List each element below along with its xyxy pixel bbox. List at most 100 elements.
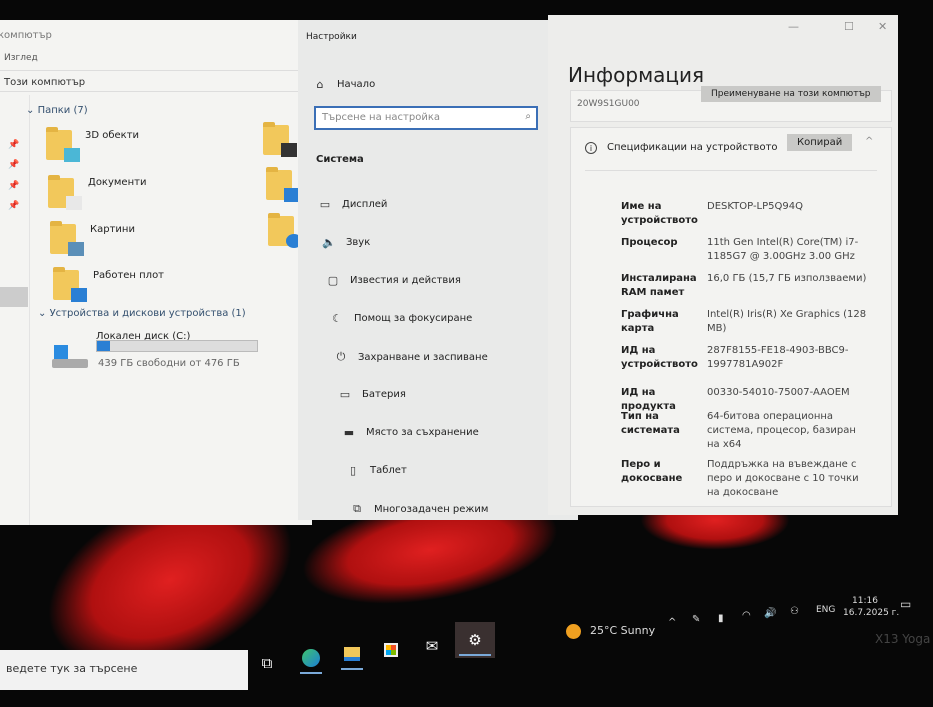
store-icon[interactable] bbox=[376, 632, 406, 668]
spec-row: ИД на устройството 287F8155-FE18-4903-BBC… bbox=[621, 344, 871, 372]
minimize-button[interactable]: — bbox=[788, 20, 799, 33]
settings-search-input[interactable]: Търсене на настройка ⌕ bbox=[314, 106, 538, 130]
spec-value: DESKTOP-LP5Q94Q bbox=[707, 201, 803, 212]
nav-home[interactable]: ⌂ Начало bbox=[313, 78, 376, 91]
sound-icon: 🔈 bbox=[322, 236, 336, 249]
music-folder-icon[interactable] bbox=[268, 213, 302, 248]
multitasking-icon: ⧉ bbox=[353, 502, 361, 515]
nav-item[interactable]: ▭ Дисплей bbox=[318, 198, 388, 211]
bezel-logo: X13 Yoga bbox=[875, 632, 931, 646]
volume-icon[interactable]: 🔊 bbox=[764, 608, 776, 619]
display-icon: ▭ bbox=[319, 198, 331, 211]
menu-view[interactable]: Изглед bbox=[4, 53, 38, 63]
focus-assist-icon: ☾ bbox=[332, 312, 342, 325]
group-label: Устройства и дискови устройства (1) bbox=[49, 308, 246, 319]
search-placeholder: Търсене на настройка bbox=[322, 112, 441, 123]
mail-icon[interactable]: ✉ bbox=[417, 628, 447, 664]
documents-folder-icon[interactable] bbox=[48, 175, 82, 210]
battery-icon[interactable]: ▮ bbox=[718, 613, 724, 624]
spec-value: Intel(R) Iris(R) Xe Graphics (128 MB) bbox=[707, 309, 867, 334]
weather-text[interactable]: 25°C Sunny bbox=[590, 624, 655, 637]
settings-navigation-pane: Настройки ⌂ Начало Търсене на настройка ⌕ … bbox=[298, 20, 578, 520]
nav-label: Начало bbox=[337, 79, 376, 90]
tablet-icon: ▯ bbox=[349, 464, 357, 477]
nav-label: Дисплей bbox=[342, 199, 388, 210]
taskbar-search-box[interactable]: ведете тук за търсене bbox=[0, 650, 248, 690]
desktop-folder-icon[interactable] bbox=[53, 267, 87, 302]
folders-group-header[interactable]: ⌄ Папки (7) bbox=[26, 105, 88, 116]
nav-item[interactable]: ☾ Помощ за фокусиране bbox=[330, 312, 472, 325]
pin-icon[interactable]: 📌 bbox=[8, 140, 19, 150]
nav-item[interactable]: ▢ Известия и действия bbox=[326, 274, 461, 287]
weather-sun-icon[interactable] bbox=[566, 624, 581, 639]
spec-key: ИД на устройството bbox=[621, 345, 698, 370]
pin-icon[interactable]: 📌 bbox=[8, 201, 19, 211]
drive-free-space: 439 ГБ свободни от 476 ГБ bbox=[98, 358, 240, 369]
spec-key: Тип на системата bbox=[621, 411, 680, 436]
maximize-button[interactable]: ☐ bbox=[844, 20, 854, 33]
pin-icon[interactable]: 📌 bbox=[8, 160, 19, 170]
network-icon[interactable]: ⚇ bbox=[790, 606, 799, 617]
info-icon: i bbox=[585, 142, 597, 154]
file-explorer-icon[interactable] bbox=[337, 636, 367, 672]
local-disk-icon[interactable] bbox=[52, 345, 88, 369]
settings-icon[interactable]: ⚙ bbox=[455, 622, 495, 658]
nav-item[interactable]: ⧉ Многозадачен режим bbox=[350, 502, 488, 516]
devices-group-header[interactable]: ⌄ Устройства и дискови устройства (1) bbox=[38, 308, 246, 319]
power-icon: ⏻ bbox=[336, 350, 346, 363]
window-title: компютър bbox=[0, 30, 52, 41]
downloads-folder-icon[interactable] bbox=[266, 167, 300, 202]
pin-icon[interactable]: 📌 bbox=[8, 181, 19, 191]
folder-label[interactable]: Документи bbox=[88, 177, 146, 188]
group-label: Папки (7) bbox=[37, 105, 88, 116]
nav-item[interactable]: ▬ Място за съхранение bbox=[342, 426, 479, 439]
nav-item[interactable]: ⏻ Захранване и заспиване bbox=[334, 350, 488, 364]
3d-objects-folder-icon[interactable] bbox=[46, 127, 80, 162]
device-specs-card: i Спецификации на устройството Копирай ^… bbox=[570, 127, 892, 507]
videos-folder-icon[interactable] bbox=[263, 122, 297, 157]
nav-item[interactable]: ▭ Батерия bbox=[338, 388, 406, 401]
spec-key: Перо и докосване bbox=[621, 459, 683, 484]
settings-window-title: Настройки bbox=[306, 32, 357, 42]
nav-label: Известия и действия bbox=[350, 275, 461, 286]
clock-date[interactable]: 16.7.2025 г. bbox=[843, 608, 899, 618]
nav-item-selected[interactable] bbox=[0, 287, 28, 307]
clock-time[interactable]: 11:16 bbox=[852, 596, 878, 606]
nav-label: Помощ за фокусиране bbox=[354, 313, 473, 324]
nav-label: Многозадачен режим bbox=[374, 503, 489, 515]
close-button[interactable]: ✕ bbox=[878, 20, 887, 33]
device-card: 20W9S1GU00 Преименуване на този компютър bbox=[570, 86, 892, 122]
nav-item[interactable]: 🔈 Звук bbox=[322, 236, 370, 249]
folder-label[interactable]: Работен плот bbox=[93, 270, 164, 281]
file-explorer-window: компютър Изглед Този компютър 📌 📌 📌 📌 ⌄ … bbox=[0, 20, 312, 525]
spec-key: Име на устройството bbox=[621, 201, 698, 226]
edge-icon[interactable] bbox=[296, 640, 326, 676]
rename-pc-button[interactable]: Преименуване на този компютър bbox=[701, 86, 881, 102]
divider bbox=[585, 170, 877, 171]
spec-value: 64-битова операционна система, процесор,… bbox=[707, 411, 856, 450]
drive-usage-fill bbox=[97, 341, 110, 351]
spec-row: Процесор 11th Gen Intel(R) Core(TM) i7-11… bbox=[621, 236, 871, 264]
spec-key: Процесор bbox=[621, 237, 678, 248]
notifications-icon[interactable]: ▭ bbox=[900, 597, 911, 611]
pictures-folder-icon[interactable] bbox=[50, 221, 84, 256]
folder-label[interactable]: 3D обекти bbox=[85, 130, 139, 141]
pen-icon[interactable]: ✎ bbox=[692, 614, 700, 625]
collapse-chevron-icon[interactable]: ^ bbox=[865, 136, 873, 147]
address-bar[interactable]: Този компютър bbox=[0, 70, 312, 92]
copy-button[interactable]: Копирай bbox=[787, 134, 853, 151]
specs-title: Спецификации на устройството bbox=[607, 142, 778, 153]
spec-value: 11th Gen Intel(R) Core(TM) i7-1185G7 @ 3… bbox=[707, 237, 859, 262]
show-hidden-icons-chevron-icon[interactable]: ^ bbox=[668, 617, 676, 628]
spec-row: Тип на системата 64-битова операционна си… bbox=[621, 410, 871, 452]
nav-label: Захранване и заспиване bbox=[358, 351, 488, 363]
search-placeholder: ведете тук за търсене bbox=[6, 662, 138, 675]
language-indicator[interactable]: ENG bbox=[816, 605, 835, 615]
task-view-icon[interactable]: ⧉ bbox=[252, 645, 282, 681]
nav-item[interactable]: ▯ Таблет bbox=[346, 464, 407, 477]
wifi-icon[interactable]: ◠ bbox=[742, 610, 751, 621]
folder-label[interactable]: Картини bbox=[90, 224, 135, 235]
nav-label: Звук bbox=[346, 237, 371, 248]
spec-value: 16,0 ГБ (15,7 ГБ използваеми) bbox=[707, 273, 867, 284]
search-icon: ⌕ bbox=[525, 111, 531, 122]
